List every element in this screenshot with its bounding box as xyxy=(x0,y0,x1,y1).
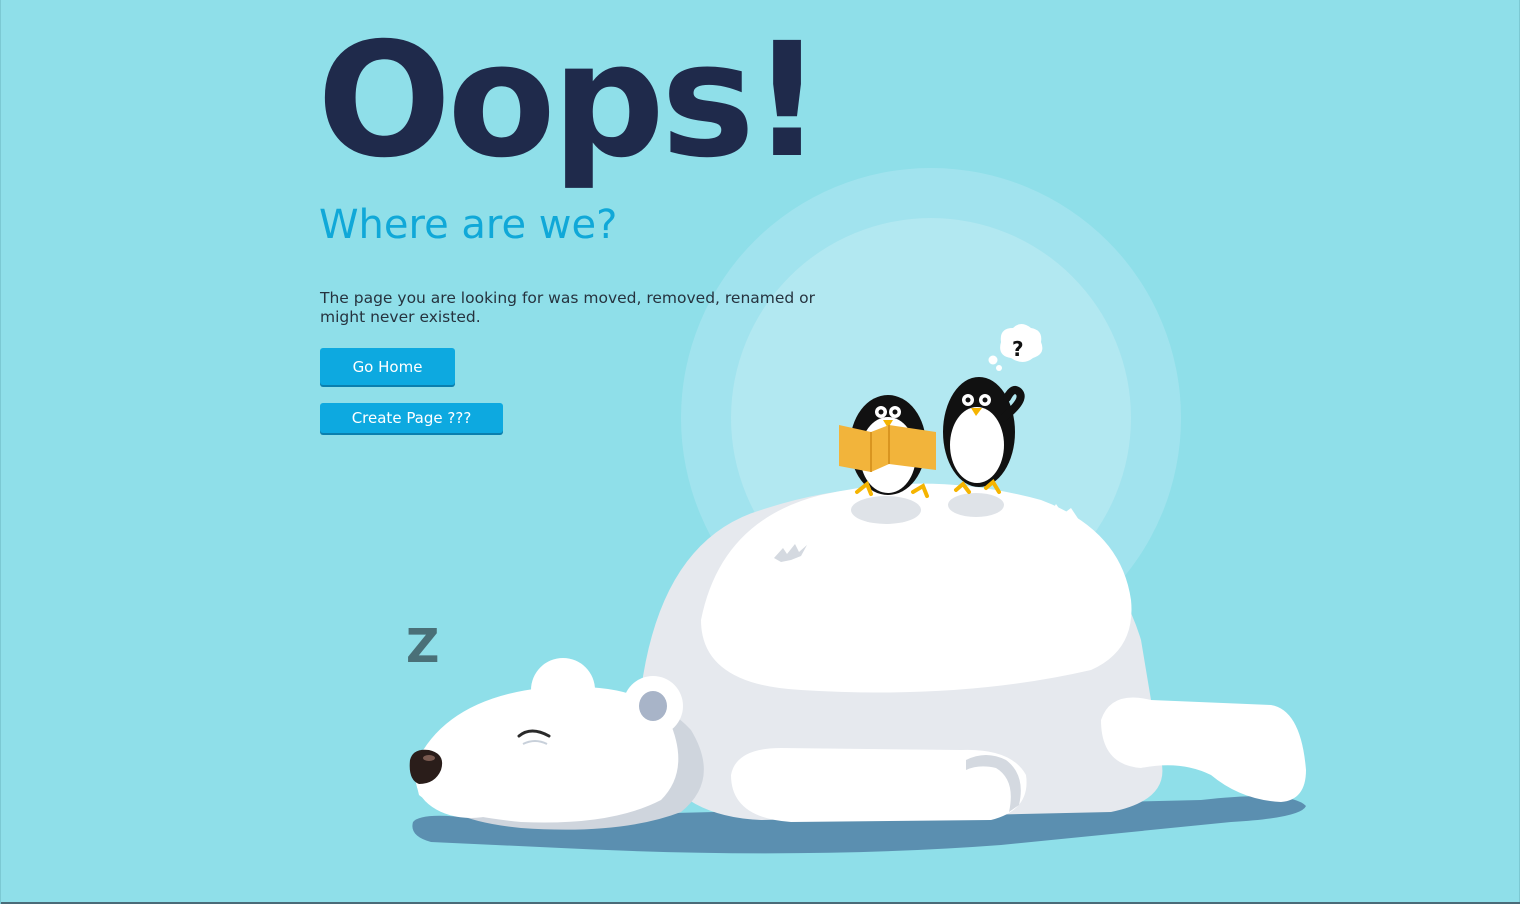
halo-outer xyxy=(681,168,1181,668)
penguin-1-map-fold xyxy=(870,425,890,472)
page-subtitle: Where are we? xyxy=(319,202,618,248)
bear-paw-outline xyxy=(966,755,1021,812)
bear-back-leg xyxy=(1101,697,1306,802)
penguin-1-feet xyxy=(855,480,929,498)
bear-ear-inner xyxy=(639,691,667,721)
bear-nose-shine xyxy=(423,755,435,761)
go-home-button[interactable]: Go Home xyxy=(320,348,455,385)
penguin-2-eye-right xyxy=(979,394,991,406)
penguin-2-body xyxy=(943,377,1015,487)
thought-dot-small xyxy=(996,365,1002,371)
penguin-1-eye-left xyxy=(875,406,887,418)
bear-front-paw xyxy=(731,748,1027,822)
penguin-1-body xyxy=(850,395,926,495)
penguin-1-eye-right xyxy=(889,406,901,418)
bear-body xyxy=(641,487,1163,820)
penguin-2-wing xyxy=(999,386,1025,422)
bear-head xyxy=(413,686,679,823)
penguin-1-map xyxy=(839,425,936,472)
thought-bubble xyxy=(1000,324,1043,362)
bear-eye-closed xyxy=(517,729,551,738)
thought-dot-medium xyxy=(988,355,998,365)
halo-inner xyxy=(731,218,1131,618)
bear-snout xyxy=(416,742,526,818)
bear-head-shadow xyxy=(431,689,704,830)
error-page: ? Z Oops! Where are we? The page you are… xyxy=(0,0,1520,904)
penguin-2-feet xyxy=(954,478,1001,494)
penguin-2-belly xyxy=(950,407,1004,483)
bear-eye-lash xyxy=(522,740,548,745)
sleep-z-letter: Z xyxy=(406,619,439,673)
page-title: Oops! xyxy=(317,9,823,193)
penguin-1-belly xyxy=(860,417,916,493)
bear-nose xyxy=(409,749,443,784)
penguin-1-shadow xyxy=(851,496,921,524)
penguin-2-eye-left xyxy=(962,394,974,406)
fur-tuft-2 xyxy=(1041,504,1079,525)
error-message: The page you are looking for was moved, … xyxy=(320,289,816,326)
penguin-1-beak xyxy=(883,420,893,428)
penguin-2-shadow xyxy=(948,493,1004,517)
bear-ear-left xyxy=(531,658,595,722)
fur-tuft-1 xyxy=(774,544,807,562)
bear-back xyxy=(701,483,1132,693)
bear-ear-right xyxy=(623,676,683,736)
penguin-2-beak xyxy=(971,408,982,416)
thought-question-mark: ? xyxy=(1012,337,1024,361)
ground-shadow xyxy=(412,796,1306,854)
create-page-button[interactable]: Create Page ??? xyxy=(320,403,503,433)
